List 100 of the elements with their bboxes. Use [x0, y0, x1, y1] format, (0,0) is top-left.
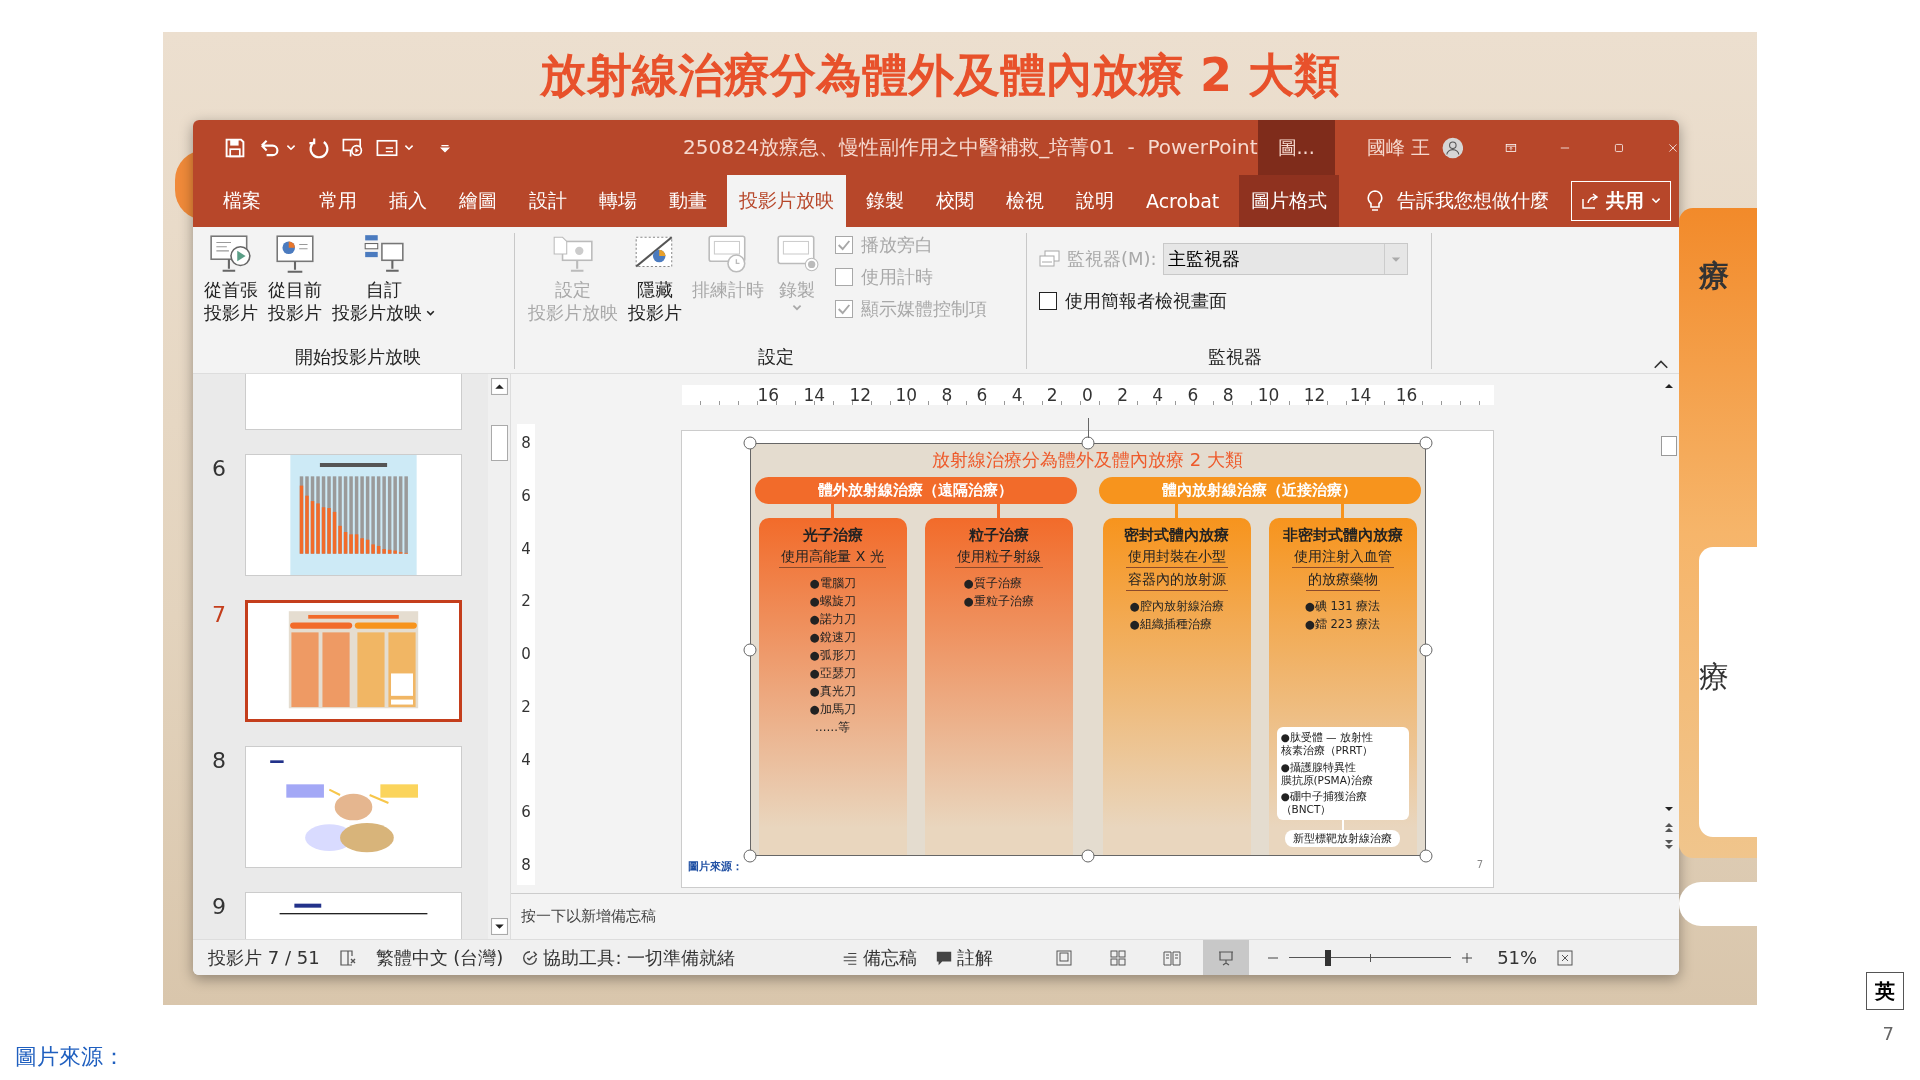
ribbon-tab[interactable]: 投影片放映 — [727, 175, 846, 227]
slide-number: 8 — [212, 748, 226, 773]
tell-me-search[interactable]: 告訴我您想做什麼 — [1365, 175, 1550, 227]
card-title: 光子治療 — [802, 526, 863, 545]
page-number: 7 — [1882, 1023, 1894, 1044]
ribbon-button[interactable]: 從首張 投影片 — [201, 233, 261, 345]
grid-view-icon — [1108, 947, 1129, 968]
ribbon-tab[interactable]: 常用 — [307, 175, 369, 227]
source-label: 圖片來源： — [15, 1043, 125, 1071]
ribbon-tab[interactable]: 圖片格式 — [1239, 175, 1340, 227]
user-name[interactable]: 國峰 王 — [1366, 134, 1430, 161]
slide-number: 6 — [212, 456, 226, 481]
category-heading: 體內放射線治療（近接治療） — [1098, 477, 1421, 504]
list-item: ●鐳 223 療法 — [1304, 617, 1381, 632]
list-item: ●腔內放射線治療 — [1129, 599, 1224, 614]
list-item: ●加馬刀 — [809, 702, 856, 717]
ribbon-button[interactable]: 自訂 投影片放映 — [329, 233, 439, 345]
ribbon-tab[interactable]: 插入 — [377, 175, 439, 227]
category-heading: 體外放射線治療（遠隔治療） — [754, 477, 1077, 504]
ribbon-tab[interactable]: 設計 — [517, 175, 579, 227]
list-item: ●螺旋刀 — [809, 594, 856, 609]
zoom-in-icon[interactable] — [1461, 951, 1474, 964]
slide-page-number: 7 — [1476, 859, 1483, 872]
text-fragment: 療 — [1699, 658, 1730, 696]
play-screen-icon — [208, 233, 254, 275]
source-label: 圖片來源： — [688, 859, 743, 874]
list-item: ●重粒子治療 — [963, 594, 1034, 609]
card-subtitle: 使用高能量 X 光 — [779, 545, 886, 568]
comments-button[interactable]: 註解 — [935, 945, 994, 970]
scrollbar-thumb[interactable] — [490, 425, 508, 461]
text-fragment: 療 — [1699, 257, 1730, 295]
group-label: 開始投影片放映 — [293, 345, 422, 369]
card-subtitle: 使用封裝在小型 — [1125, 545, 1228, 568]
resize-handle[interactable] — [743, 436, 756, 450]
list-item: ●電腦刀 — [809, 576, 856, 591]
scrollbar-thumb[interactable] — [1661, 436, 1677, 456]
card-subtitle: 容器內的放射源 — [1125, 568, 1228, 591]
ribbon-tab[interactable]: 動畫 — [657, 175, 719, 227]
tell-me-text: 告訴我您想做什麼 — [1397, 188, 1550, 213]
normal-view-icon — [1054, 947, 1075, 968]
note-item: ●肽受體 — 放射性 核素治療（PRRT） — [1280, 731, 1375, 758]
monitors-icon — [1039, 250, 1061, 268]
group-label: 監視器 — [1207, 345, 1263, 369]
resize-handle[interactable] — [1081, 436, 1094, 450]
ribbon-tab[interactable]: 說明 — [1064, 175, 1126, 227]
ribbon-tab[interactable]: 轉場 — [587, 175, 649, 227]
vertical-ruler: 8 6 4 2 0 2 4 6 8 — [517, 424, 535, 885]
list-item: ●諾力刀 — [809, 612, 856, 627]
zoom-level[interactable]: 51% — [1497, 947, 1538, 968]
scroll-up-icon[interactable] — [490, 378, 508, 395]
note-item: ●攝護腺特異性 膜抗原(PSMA)治療 — [1280, 760, 1374, 787]
ribbon-button[interactable]: 隱藏 投影片 — [625, 233, 685, 345]
share-icon — [1580, 191, 1601, 211]
infographic[interactable] — [749, 443, 1426, 856]
rotation-handle[interactable] — [1087, 418, 1089, 438]
share-button[interactable]: 共用 — [1571, 181, 1672, 221]
view-button[interactable] — [1203, 940, 1250, 975]
context-label[interactable]: 圖... — [1257, 120, 1335, 175]
list-item: ●真光刀 — [809, 684, 856, 699]
language-status[interactable]: 繁體中文 (台灣) — [375, 945, 504, 970]
accessibility-icon — [521, 948, 540, 967]
accessibility-status[interactable]: 協助工具: 一切準備就緒 — [521, 945, 736, 970]
slide-title: 放射線治療分為體外及體內放療 2 大類 — [538, 47, 1341, 104]
fit-to-window-icon[interactable] — [1555, 947, 1576, 968]
card-title: 粒子治療 — [968, 526, 1029, 545]
slide-thumbnail[interactable] — [245, 600, 462, 722]
diagram-title: 放射線治療分為體外及體內放療 2 大類 — [931, 448, 1244, 472]
card-subtitle: 使用注射入血管 — [1291, 545, 1394, 568]
card-title: 非密封式體內放療 — [1282, 526, 1403, 545]
list-item: ●組織插種治療 — [1129, 617, 1212, 632]
ribbon-button[interactable]: 從目前 投影片 — [265, 233, 325, 345]
scroll-down-icon[interactable] — [490, 918, 508, 935]
notes-button[interactable]: 備忘稿 — [841, 945, 918, 970]
resize-handle[interactable] — [1419, 436, 1432, 450]
notes-field[interactable]: 按一下以新增備忘稿 — [511, 893, 1679, 939]
monitor-label: 監視器(M): — [1067, 247, 1157, 271]
card-subtitle: 使用粒子射線 — [954, 545, 1043, 568]
note-label: 新型標靶放射線治療 — [1285, 830, 1400, 847]
card-title: 密封式體內放療 — [1124, 526, 1229, 545]
slide-counter: 投影片 7 / 51 — [208, 945, 320, 970]
resize-handle[interactable] — [743, 643, 756, 656]
horizontal-ruler: 16 14 12 10 8 6 4 2 0 2 4 6 8 10 12 14 16 — [681, 385, 1494, 405]
ribbon-tab[interactable]: 校閱 — [924, 175, 986, 227]
redo-icon[interactable] — [307, 135, 331, 160]
collapse-ribbon-icon[interactable] — [1653, 359, 1669, 369]
ribbon-tab[interactable]: 檔案 — [211, 175, 273, 227]
spelling-icon[interactable] — [337, 947, 358, 968]
slide-number: 7 — [212, 602, 226, 627]
ribbon-tab[interactable]: 錄製 — [854, 175, 916, 227]
list-item: ●銳速刀 — [809, 630, 856, 645]
ribbon-tab[interactable]: Acrobat — [1134, 175, 1232, 227]
resize-handle[interactable] — [743, 849, 756, 863]
input-method-indicator[interactable]: 英 — [1866, 972, 1904, 1010]
note-item: ●硼中子捕獲治療 （BNCT） — [1280, 789, 1368, 816]
list-item: ●亞瑟刀 — [809, 666, 856, 681]
ribbon-tab[interactable]: 檢視 — [994, 175, 1056, 227]
group-label: 設定 — [756, 345, 795, 369]
resize-handle[interactable] — [1419, 849, 1432, 863]
slide-number: 9 — [212, 894, 226, 919]
ribbon-tab[interactable]: 繪圖 — [447, 175, 509, 227]
